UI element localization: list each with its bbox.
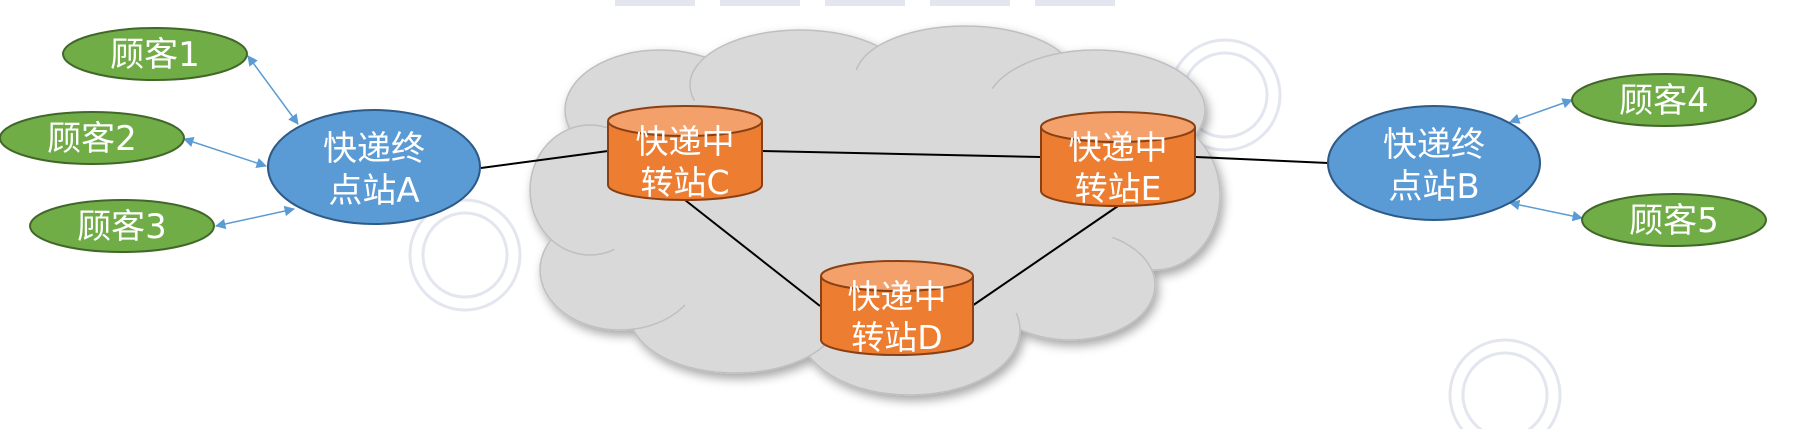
terminal-b-line1: 快递终 (1383, 125, 1485, 165)
customer-2: 顾客2 (0, 111, 185, 165)
hub-c-line2: 转站C (640, 163, 729, 202)
terminal-b-line2: 点站B (1388, 167, 1479, 207)
customer-5: 顾客5 (1581, 193, 1767, 247)
hub-c-line1: 快递中 (636, 122, 735, 161)
link-c2-a (183, 136, 267, 169)
customer-4-label: 顾客4 (1619, 81, 1709, 121)
link-c1-a (247, 55, 299, 125)
terminal-station-a: 快递终 点站A (267, 109, 481, 225)
link-c5-b (1508, 199, 1584, 222)
hub-e-line1: 快递中 (1069, 128, 1168, 167)
customer-1-label: 顾客1 (110, 35, 200, 75)
customer-5-label: 顾客5 (1629, 201, 1719, 241)
customer-2-label: 顾客2 (47, 119, 137, 159)
terminal-a-line1: 快递终 (323, 129, 425, 169)
link-c4-b (1509, 98, 1573, 124)
terminal-station-b: 快递终 点站B (1327, 105, 1541, 221)
hub-d-line2: 转站D (851, 318, 942, 357)
hub-e-line2: 转站E (1075, 169, 1162, 208)
customer-3: 顾客3 (29, 199, 215, 253)
link-c3-a (214, 205, 296, 230)
transfer-hub-e: 快递中 转站E (1040, 111, 1196, 208)
transfer-hub-c: 快递中 转站C (607, 105, 763, 202)
customer-4: 顾客4 (1571, 73, 1757, 127)
transfer-hub-d: 快递中 转站D (820, 260, 974, 357)
link-e-b (1195, 156, 1329, 164)
customer-3-label: 顾客3 (77, 207, 167, 247)
terminal-a-line2: 点站A (328, 171, 419, 211)
hub-d-line1: 快递中 (848, 277, 947, 316)
customer-1: 顾客1 (62, 27, 248, 81)
network-diagram: 顾客1 顾客2 顾客3 顾客4 顾客5 快递终 点站A 快递终 点站B 快递中 … (0, 0, 1798, 433)
